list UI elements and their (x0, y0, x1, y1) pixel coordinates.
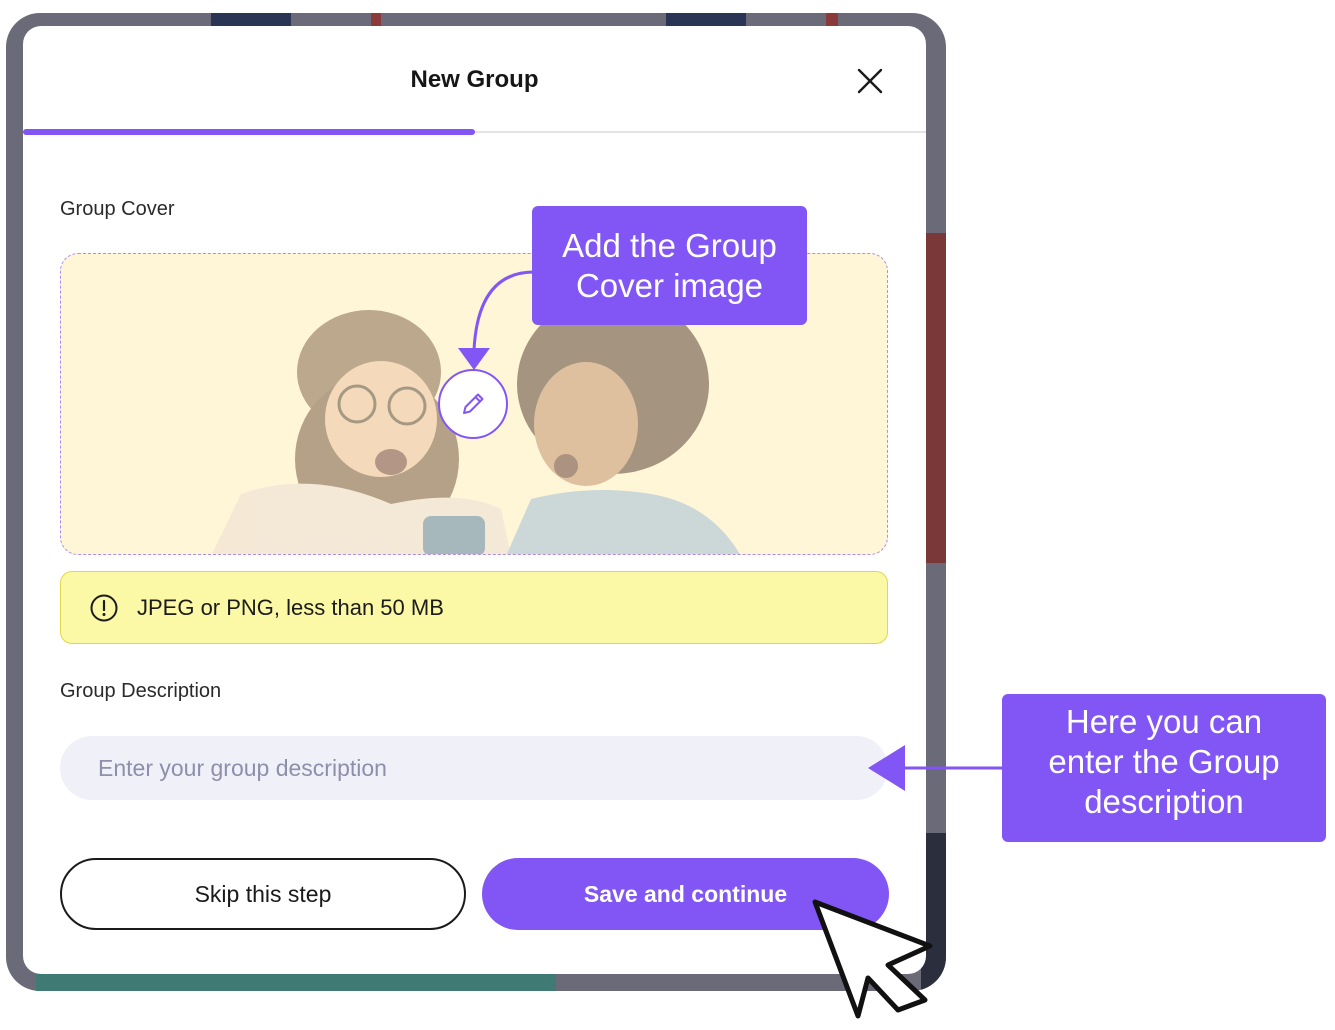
progress-fill (23, 129, 475, 135)
description-callout-line: enter the Group (1048, 743, 1280, 780)
description-callout-line: Here you can (1065, 703, 1263, 740)
description-callout-line: description (1084, 783, 1244, 820)
group-cover-label: Group Cover (60, 198, 175, 220)
modal-title: New Group (410, 66, 539, 93)
close-icon (857, 68, 883, 94)
save-and-continue-button[interactable]: Save and continue (482, 858, 889, 930)
group-description-label: Group Description (60, 680, 222, 702)
cover-callout: Add the Group Cover image (532, 206, 807, 325)
pencil-icon (463, 393, 484, 414)
progress-bar (23, 129, 926, 135)
skip-step-button[interactable]: Skip this step (60, 858, 466, 930)
group-description-input[interactable] (60, 736, 888, 800)
cover-callout-line: Add the Group (562, 227, 777, 264)
file-requirements-notice: JPEG or PNG, less than 50 MB (60, 571, 888, 644)
new-group-modal: New Group Group Cover JPEG or PNG, less … (23, 26, 926, 974)
description-callout: Here you can enter the Group description (1002, 694, 1326, 842)
background-element (666, 13, 746, 27)
background-element (371, 13, 381, 27)
background-element (36, 973, 556, 991)
notice-text: JPEG or PNG, less than 50 MB (137, 594, 444, 620)
background-element (826, 13, 838, 27)
close-button[interactable] (855, 66, 885, 96)
background-element (211, 13, 291, 27)
cover-callout-line: Cover image (575, 267, 764, 304)
edit-cover-button[interactable] (438, 369, 508, 439)
info-circle-icon (90, 594, 118, 621)
